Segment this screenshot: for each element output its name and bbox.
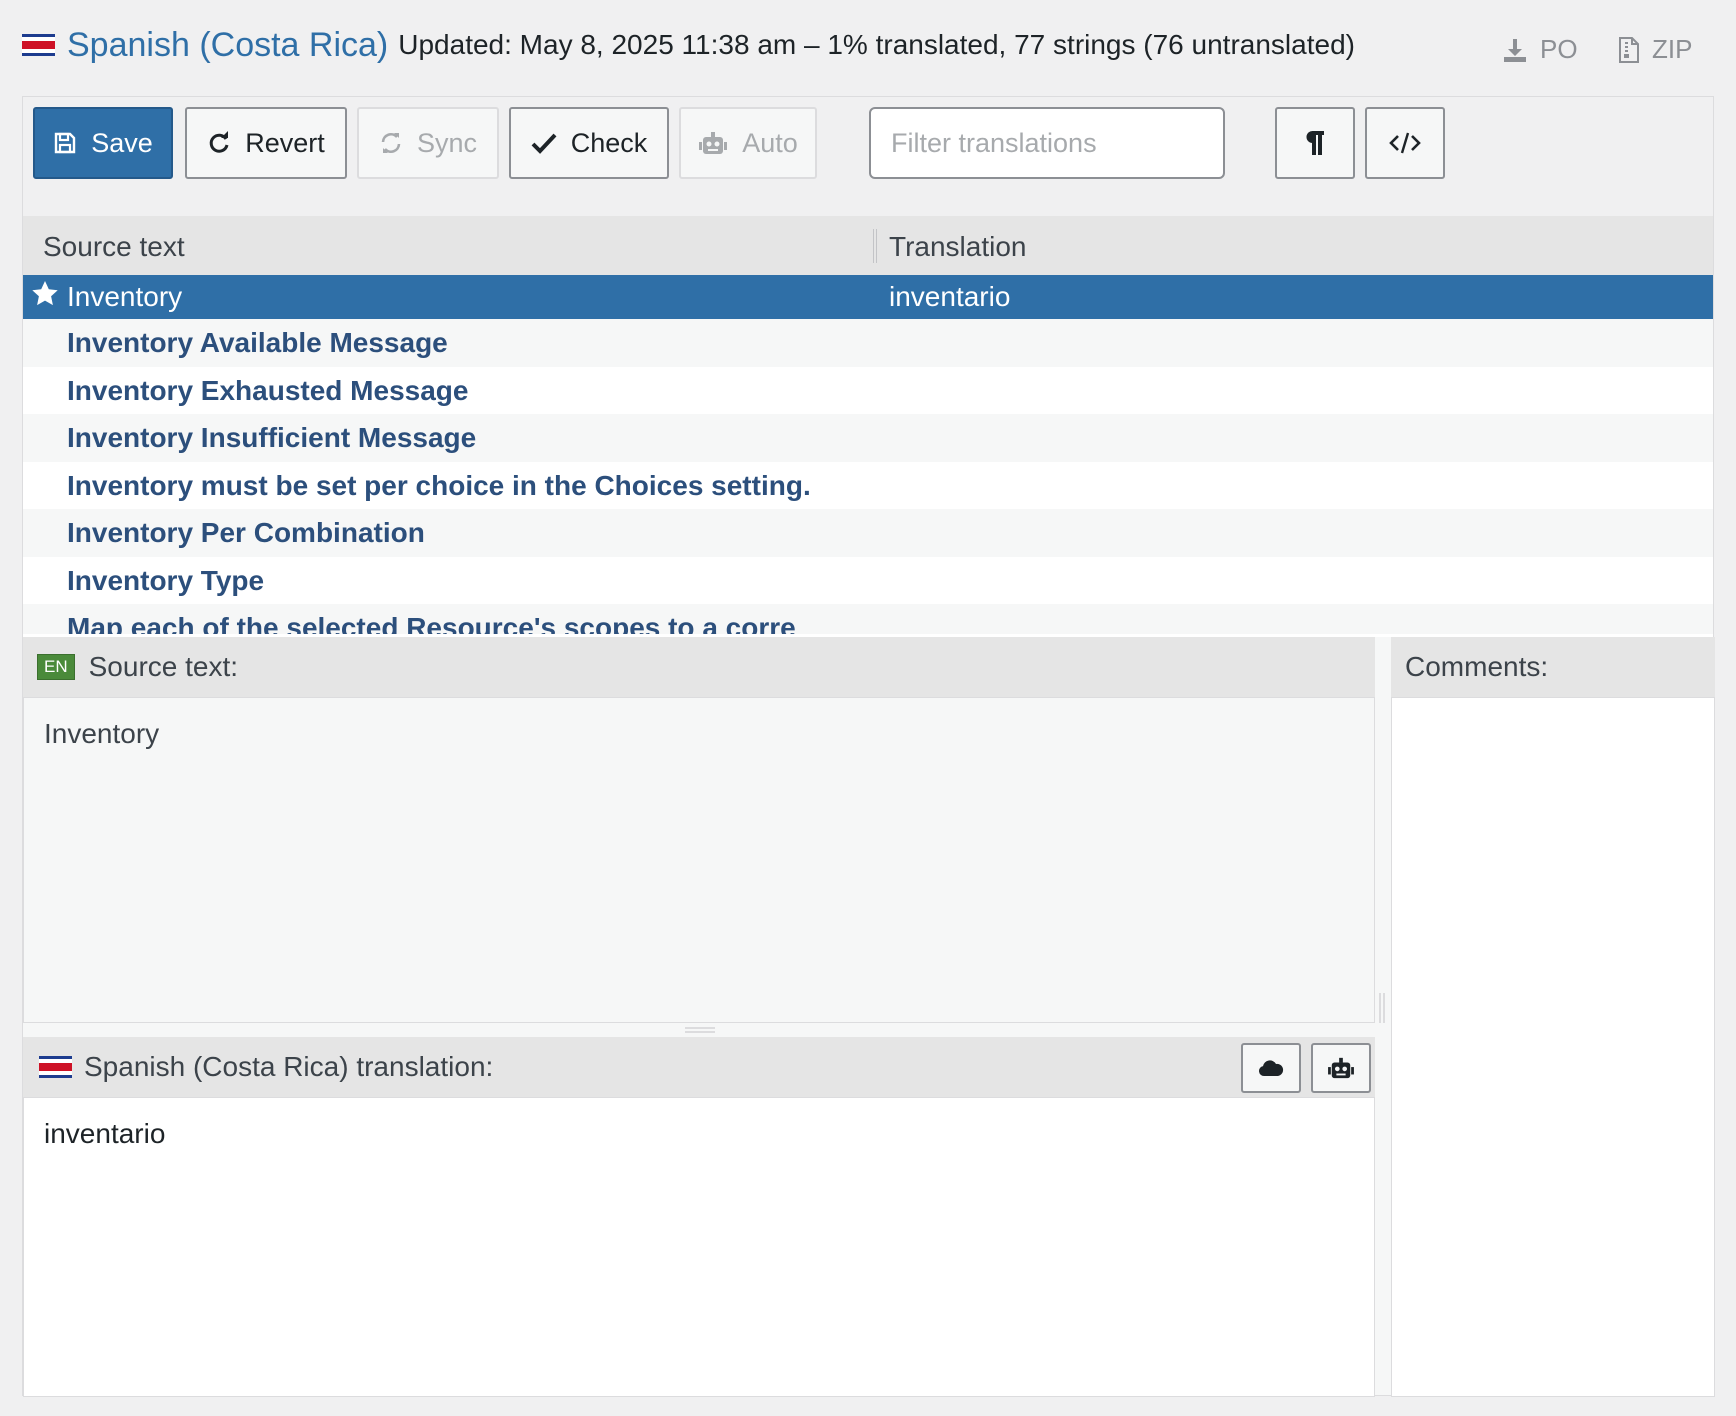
comments-pane-header: Comments:: [1391, 637, 1715, 697]
download-icon: [1504, 38, 1526, 62]
column-source-text[interactable]: Source text: [43, 231, 185, 263]
list-row[interactable]: Inventory Insufficient Message: [23, 414, 1713, 462]
save-label: Save: [91, 127, 153, 158]
row-source: Inventory Insufficient Message: [67, 422, 477, 453]
editor-page: Spanish (Costa Rica) Updated: May 8, 202…: [22, 20, 1715, 1397]
costa-rica-flag-icon: [39, 1056, 72, 1078]
editor-panel: Save Revert Sync Check Auto Filter trans…: [22, 96, 1715, 1397]
download-zip-label: ZIP: [1652, 34, 1693, 64]
list-row-selected[interactable]: Inventory inventario: [23, 275, 1713, 319]
list-row[interactable]: Inventory must be set per choice in the …: [23, 462, 1713, 510]
translation-textarea[interactable]: inventario: [23, 1097, 1375, 1397]
revert-icon: [209, 131, 229, 153]
column-translation[interactable]: Translation: [889, 231, 1026, 263]
source-pane-header: EN Source text:: [23, 637, 1375, 697]
cloud-icon: [1258, 1060, 1284, 1076]
check-label: Check: [570, 127, 648, 158]
row-source: Inventory Available Message: [67, 327, 448, 358]
source-text-value: Inventory: [44, 718, 160, 749]
translation-pane-label: Spanish (Costa Rica) translation:: [84, 1051, 494, 1082]
auto-translate-button[interactable]: Auto: [679, 107, 817, 179]
list-row[interactable]: Inventory Per Combination: [23, 509, 1713, 557]
star-icon: [32, 281, 58, 306]
list-header: Source text Translation: [23, 217, 1713, 275]
revert-button[interactable]: Revert: [185, 107, 347, 179]
cloud-suggest-button[interactable]: [1241, 1043, 1301, 1093]
row-translation: inventario: [889, 281, 1011, 312]
sync-button[interactable]: Sync: [357, 107, 499, 179]
sync-icon: [381, 133, 401, 153]
check-button[interactable]: Check: [509, 107, 669, 179]
save-button[interactable]: Save: [33, 107, 173, 179]
auto-label: Auto: [742, 127, 798, 158]
en-language-badge: EN: [37, 654, 75, 680]
download-po-label: PO: [1540, 34, 1578, 64]
comments-resize-handle[interactable]: [1379, 993, 1385, 1023]
toggle-invisibles-button[interactable]: [1275, 107, 1355, 179]
robot-icon: [1328, 1057, 1354, 1079]
source-pane-label: Source text:: [88, 651, 239, 682]
comments-label: Comments:: [1405, 651, 1549, 682]
code-icon: [1389, 132, 1421, 154]
source-text-display: Inventory: [23, 697, 1375, 1023]
download-po-link[interactable]: PO: [1502, 34, 1578, 65]
row-source: Map each of the selected Resource's scop…: [67, 612, 796, 634]
list-row[interactable]: Inventory Available Message: [23, 319, 1713, 367]
strings-list: Source text Translation Inventory invent…: [23, 217, 1713, 637]
language-title[interactable]: Spanish (Costa Rica): [67, 24, 388, 66]
filter-translations-input[interactable]: [869, 107, 1225, 179]
pane-resize-handle[interactable]: [685, 1027, 715, 1033]
update-status: Updated: May 8, 2025 11:38 am – 1% trans…: [398, 29, 1355, 60]
column-resize-handle[interactable]: [873, 229, 877, 263]
row-source: Inventory Exhausted Message: [67, 374, 469, 406]
row-source: Inventory Type: [67, 564, 265, 596]
check-icon: [531, 133, 557, 154]
translation-pane-header: Spanish (Costa Rica) translation:: [23, 1037, 1375, 1097]
list-row[interactable]: Inventory Exhausted Message: [23, 367, 1713, 415]
save-icon: [55, 132, 76, 154]
translation-text-value: inventario: [44, 1118, 166, 1149]
revert-label: Revert: [245, 127, 325, 158]
auto-translate-string-button[interactable]: [1311, 1043, 1371, 1093]
row-source: Inventory Per Combination: [67, 517, 425, 548]
row-source: Inventory: [67, 281, 183, 312]
header: Spanish (Costa Rica) Updated: May 8, 202…: [22, 20, 1714, 96]
list-row[interactable]: Inventory Type: [23, 557, 1713, 605]
list-rows: Inventory inventario Inventory Available…: [23, 275, 1713, 634]
robot-icon: [699, 132, 728, 154]
sync-label: Sync: [416, 127, 478, 158]
comments-textarea[interactable]: [1391, 697, 1715, 1397]
toolbar: Save Revert Sync Check Auto Filter trans…: [23, 97, 1713, 217]
list-row[interactable]: Map each of the selected Resource's scop…: [23, 604, 1713, 634]
zip-file-icon: [1619, 36, 1639, 63]
row-source: Inventory must be set per choice in the …: [67, 469, 811, 501]
costa-rica-flag-icon: [22, 34, 55, 56]
toggle-code-view-button[interactable]: [1365, 107, 1445, 179]
download-zip-link[interactable]: ZIP: [1618, 34, 1692, 65]
pilcrow-icon: [1306, 130, 1324, 155]
